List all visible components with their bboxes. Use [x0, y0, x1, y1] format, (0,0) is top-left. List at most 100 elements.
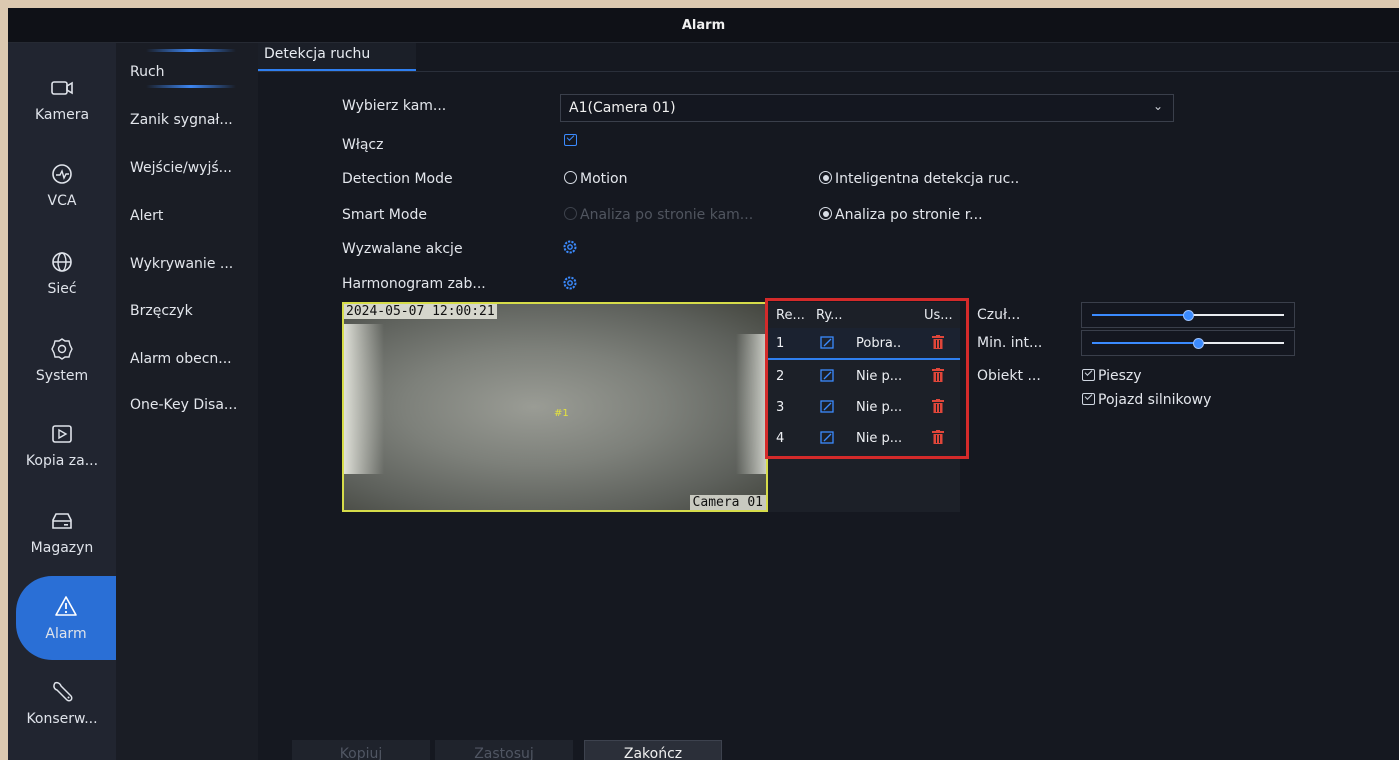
rule-id: 2: [776, 368, 785, 384]
smart-mode-camera-radio: Analiza po stronie kam...: [564, 207, 753, 223]
preview-camera-name: Camera 01: [689, 495, 766, 510]
rule-state: Nie p...: [856, 399, 903, 415]
radio-label: Analiza po stronie r...: [835, 207, 983, 223]
delete-icon[interactable]: [932, 335, 944, 353]
rule-id: 3: [776, 399, 785, 415]
trigger-actions-settings-button[interactable]: [562, 239, 578, 259]
rule-id: 4: [776, 430, 785, 446]
delete-icon[interactable]: [932, 430, 944, 448]
slider-fill: [1092, 314, 1188, 316]
submenu-item-wejscie-wyjscie[interactable]: Wejście/wyjś...: [130, 160, 232, 176]
edit-icon[interactable]: [820, 336, 834, 353]
table-row[interactable]: 3 Nie p...: [768, 392, 960, 422]
detection-mode-label: Detection Mode: [342, 171, 453, 187]
nav-label: Alarm: [45, 626, 87, 642]
smart-mode-recorder-radio[interactable]: Analiza po stronie r...: [819, 207, 983, 223]
table-row[interactable]: 2 Nie p...: [768, 361, 960, 391]
slider-fill: [1092, 342, 1198, 344]
submenu-item-alarm-obecnosci[interactable]: Alarm obecn...: [130, 351, 232, 367]
chevron-down-icon: ⌄: [1152, 99, 1163, 113]
nav-label: Sieć: [47, 281, 77, 297]
camera-preview[interactable]: 2024-05-07 12:00:21 #1 Camera 01: [342, 302, 768, 512]
camera-select-label: Wybierz kam...: [342, 98, 447, 114]
camera-select-value: A1(Camera 01): [569, 100, 676, 116]
gear-icon: [563, 276, 577, 290]
submenu-active-indicator: [146, 85, 236, 88]
nav-item-konserwacja[interactable]: Konserw...: [8, 661, 116, 745]
submenu-active-indicator: [146, 49, 236, 52]
slider-handle[interactable]: [1183, 310, 1194, 321]
object-label: Obiekt ...: [977, 368, 1041, 384]
tab-detekcja-ruchu[interactable]: Detekcja ruchu: [258, 43, 416, 71]
slider-handle[interactable]: [1193, 338, 1204, 349]
finish-button[interactable]: Zakończ: [584, 740, 722, 760]
rules-table-header: Re... Ry... Us...: [768, 302, 960, 328]
detection-mode-smart-radio[interactable]: Inteligentna detekcja ruc..: [819, 171, 1019, 187]
nav-label: Konserw...: [26, 711, 98, 727]
submenu-item-zanik-sygnalu[interactable]: Zanik sygnał...: [130, 112, 233, 128]
min-interval-label: Min. int...: [977, 335, 1043, 351]
nav-item-magazyn[interactable]: Magazyn: [8, 490, 116, 574]
nav-item-siec[interactable]: Sieć: [8, 231, 116, 315]
edit-icon[interactable]: [820, 431, 834, 448]
schedule-label: Harmonogram zab...: [342, 276, 486, 292]
delete-icon[interactable]: [932, 399, 944, 417]
checkbox-icon: [564, 134, 577, 146]
object-pedestrian-checkbox[interactable]: Pieszy: [1082, 368, 1142, 384]
detection-mode-motion-radio[interactable]: Motion: [564, 171, 627, 187]
main-panel: Detekcja ruchu Wybierz kam... A1(Camera …: [258, 43, 1399, 760]
edit-icon[interactable]: [820, 369, 834, 386]
radio-icon: [564, 171, 577, 184]
camera-select[interactable]: A1(Camera 01) ⌄: [560, 94, 1174, 122]
rule-state: Nie p...: [856, 430, 903, 446]
nav-label: Kamera: [34, 107, 90, 123]
nvr-window: Alarm Kamera VCA Sieć System Kopia za...…: [8, 8, 1399, 760]
submenu-item-alert[interactable]: Alert: [130, 208, 163, 224]
sensitivity-label: Czuł...: [977, 307, 1021, 323]
preview-light: [344, 324, 384, 474]
apply-button[interactable]: Zastosuj: [435, 740, 573, 760]
radio-selected-icon: [819, 171, 832, 184]
nav-label: System: [35, 368, 89, 384]
header-rule: Re...: [776, 307, 805, 323]
tab-divider: [258, 71, 1399, 72]
submenu-item-one-key-disarm[interactable]: One-Key Disa...: [130, 397, 237, 413]
vca-icon: [52, 164, 72, 184]
smart-mode-label: Smart Mode: [342, 207, 427, 223]
table-row[interactable]: 1 Pobra..: [768, 328, 960, 360]
submenu-item-wykrywanie[interactable]: Wykrywanie ...: [130, 256, 233, 272]
rules-table: Re... Ry... Us... 1 Pobra.. 2 Nie p... 3…: [768, 302, 960, 512]
nav-label: Kopia za...: [25, 453, 99, 469]
rule-state: Pobra..: [856, 335, 902, 351]
storage-icon: [52, 513, 72, 529]
min-interval-slider[interactable]: [1081, 330, 1295, 356]
sensitivity-slider[interactable]: [1081, 302, 1295, 328]
nav-item-alarm[interactable]: Alarm: [16, 576, 116, 660]
object-vehicle-checkbox[interactable]: Pojazd silnikowy: [1082, 392, 1211, 408]
edit-icon[interactable]: [820, 400, 834, 417]
nav-item-kopia[interactable]: Kopia za...: [8, 403, 116, 487]
enable-label: Włącz: [342, 137, 384, 153]
camera-icon: [51, 81, 73, 95]
delete-icon[interactable]: [932, 368, 944, 386]
trigger-actions-label: Wyzwalane akcje: [342, 241, 463, 257]
globe-icon: [52, 252, 72, 272]
enable-checkbox[interactable]: [564, 133, 580, 149]
submenu-item-ruch[interactable]: Ruch: [130, 64, 165, 80]
checkbox-icon: [1082, 393, 1095, 405]
header-draw: Ry...: [816, 307, 843, 323]
nav-label: VCA: [47, 193, 77, 209]
nav-item-system[interactable]: System: [8, 318, 116, 402]
play-icon: [52, 425, 72, 443]
table-row[interactable]: 4 Nie p...: [768, 423, 960, 453]
warning-icon: [55, 596, 77, 616]
gear-icon: [563, 240, 577, 254]
radio-label: Analiza po stronie kam...: [580, 207, 754, 223]
main-nav-rail: Kamera VCA Sieć System Kopia za... Magaz…: [8, 43, 116, 760]
nav-item-vca[interactable]: VCA: [8, 143, 116, 227]
schedule-settings-button[interactable]: [562, 275, 578, 295]
detection-zone-label: #1: [554, 408, 569, 419]
nav-item-kamera[interactable]: Kamera: [8, 57, 116, 141]
copy-button[interactable]: Kopiuj: [292, 740, 430, 760]
submenu-item-brzeczyk[interactable]: Brzęczyk: [130, 303, 193, 319]
